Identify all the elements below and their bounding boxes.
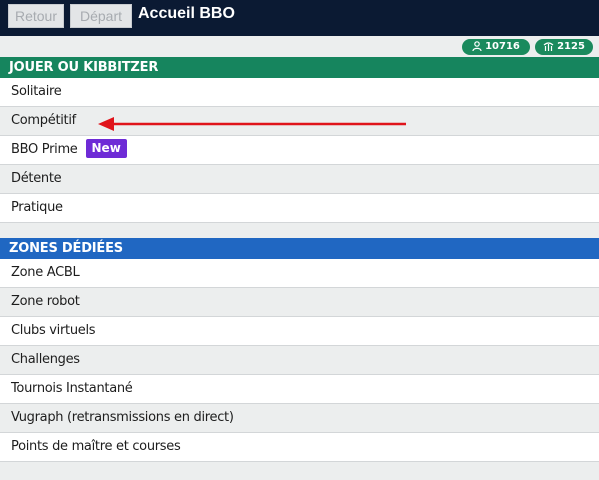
active-tables-count: 2125 (557, 41, 585, 52)
menu-item-label: Compétitif (11, 113, 76, 128)
active-tables-badge[interactable]: 2125 (535, 39, 593, 55)
menu-item-label: Zone robot (11, 294, 80, 309)
menu-item-label: Points de maître et courses (11, 439, 181, 454)
online-users-badge[interactable]: 10716 (462, 39, 530, 55)
menu-item-competitif[interactable]: Compétitif (0, 107, 599, 136)
menu-item-label: Détente (11, 171, 62, 186)
menu-item-challenges[interactable]: Challenges (0, 346, 599, 375)
menu-item-label: Zone ACBL (11, 265, 80, 280)
menu-item-solitaire[interactable]: Solitaire (0, 78, 599, 107)
menu-item-label: Vugraph (retransmissions en direct) (11, 410, 234, 425)
menu-item-bbo-prime[interactable]: BBO Prime New (0, 136, 599, 165)
menu-item-clubs-virtuels[interactable]: Clubs virtuels (0, 317, 599, 346)
back-button[interactable]: Retour (8, 4, 64, 28)
status-bar: 10716 2125 (0, 36, 599, 57)
section-header-zones: ZONES DÉDIÉES (0, 238, 599, 259)
menu-item-zone-robot[interactable]: Zone robot (0, 288, 599, 317)
user-icon (472, 41, 482, 52)
new-badge: New (85, 139, 127, 158)
menu-item-tournois-instantane[interactable]: Tournois Instantané (0, 375, 599, 404)
menu-item-label: Clubs virtuels (11, 323, 96, 338)
page-title: Accueil BBO (138, 5, 235, 22)
menu-item-label: Solitaire (11, 84, 62, 99)
menu-item-label: Pratique (11, 200, 63, 215)
menu-item-detente[interactable]: Détente (0, 165, 599, 194)
online-users-count: 10716 (485, 41, 520, 52)
table-icon (543, 42, 554, 51)
menu-item-pratique[interactable]: Pratique (0, 194, 599, 223)
menu-item-label: BBO Prime (11, 142, 78, 157)
menu-item-zone-acbl[interactable]: Zone ACBL (0, 259, 599, 288)
section-header-play: JOUER OU KIBBITZER (0, 57, 599, 78)
menu-item-points-de-maitre[interactable]: Points de maître et courses (0, 433, 599, 462)
top-bar: Retour Départ Accueil BBO (0, 0, 599, 36)
menu-item-label: Tournois Instantané (11, 381, 133, 396)
menu-item-label: Challenges (11, 352, 80, 367)
start-button[interactable]: Départ (70, 4, 132, 28)
menu-item-vugraph[interactable]: Vugraph (retransmissions en direct) (0, 404, 599, 433)
